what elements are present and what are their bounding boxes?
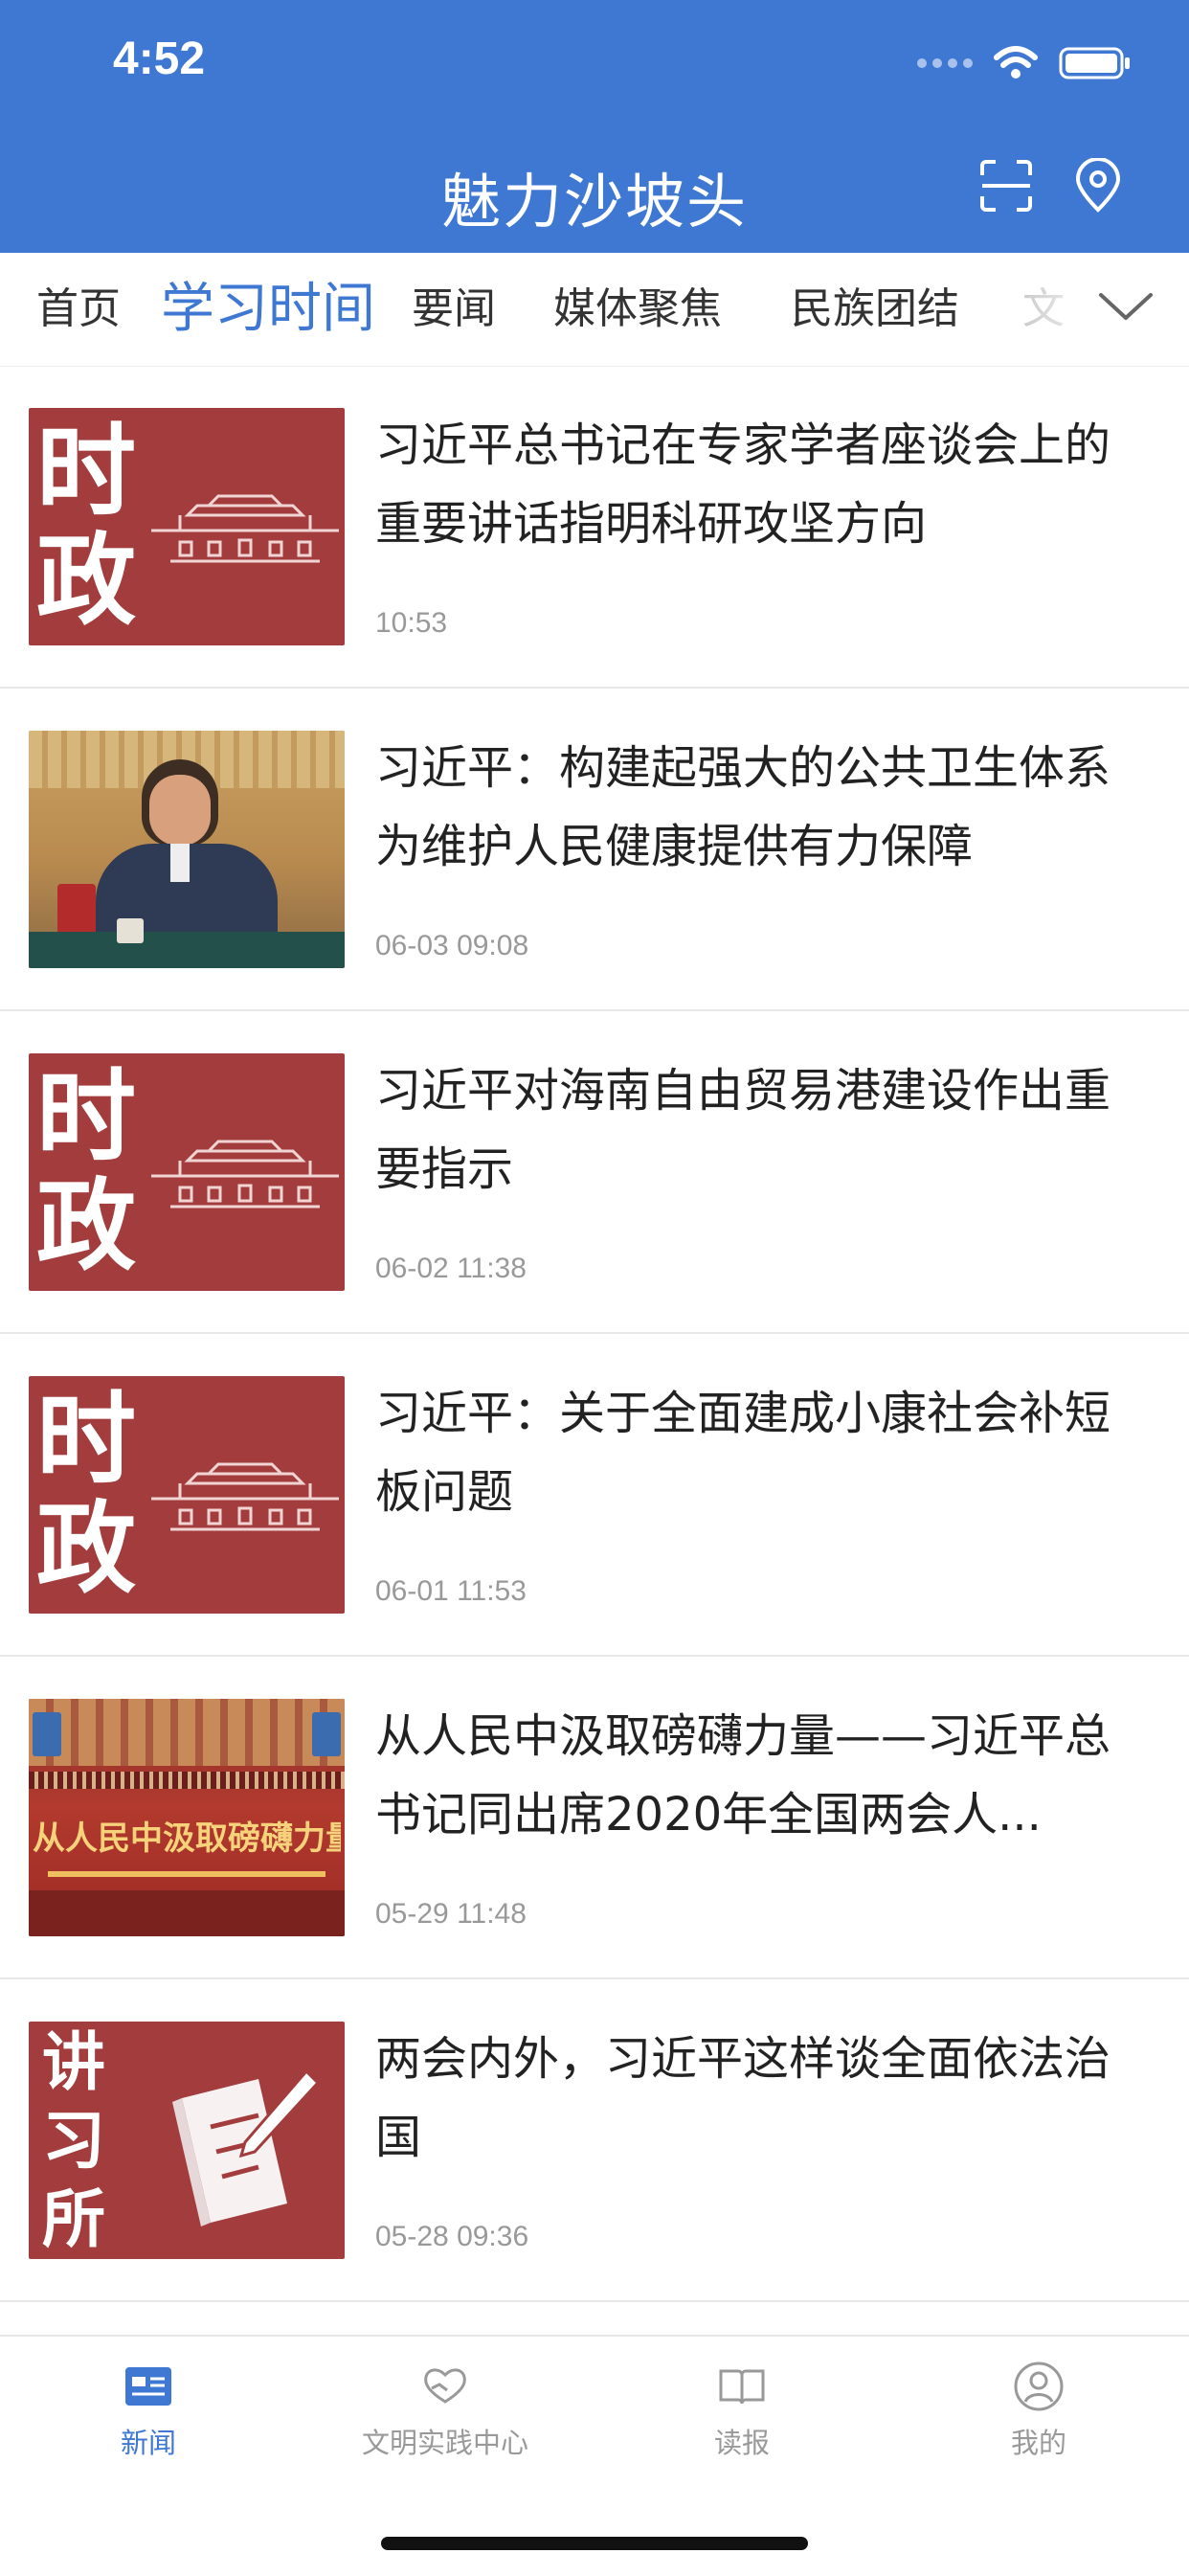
battery-icon xyxy=(1059,47,1130,79)
tiananmen-icon xyxy=(151,494,339,563)
news-list: 时 政 习近平总书记在专家学者座谈会上的重要讲话指明科研攻坚方向 10:53 习… xyxy=(0,366,1189,2302)
nav-news[interactable]: 新闻 xyxy=(0,2337,297,2480)
news-item[interactable]: 时 政 习近平总书记在专家学者座谈会上的重要讲话指明科研攻坚方向 10:53 xyxy=(0,366,1189,689)
news-time: 06-01 11:53 xyxy=(375,1575,527,1607)
tiananmen-icon xyxy=(151,1462,339,1531)
news-time: 06-02 11:38 xyxy=(375,1253,527,1284)
news-item[interactable]: 从人民中汲取磅礴力量 从人民中汲取磅礴力量——习近平总书记同出席2020年全国两… xyxy=(0,1657,1189,1979)
news-title[interactable]: 习近平：关于全面建成小康社会补短板问题 xyxy=(375,1374,1153,1531)
banner-text: 从人民中汲取磅礴力量 xyxy=(33,1819,341,1858)
status-time: 4:52 xyxy=(113,34,206,84)
tab-ethnic-unity[interactable]: 民族团结 xyxy=(791,253,959,366)
status-icons xyxy=(917,44,1132,82)
news-title[interactable]: 习近平总书记在专家学者座谈会上的重要讲话指明科研攻坚方向 xyxy=(375,406,1153,563)
politics-thumbnail: 时 政 xyxy=(29,1053,345,1291)
nav-label: 我的 xyxy=(1010,2427,1066,2459)
app-header: 4:52 魅力沙坡头 xyxy=(0,0,1189,253)
news-item[interactable]: 时 政 习近平对海南自由贸易港建设作出重要指示 06-02 11:38 xyxy=(0,1011,1189,1334)
chevron-down-icon[interactable] xyxy=(1097,287,1155,326)
nav-label: 新闻 xyxy=(120,2427,176,2459)
wifi-icon xyxy=(994,46,1038,79)
tiananmen-icon xyxy=(151,1140,339,1209)
home-indicator xyxy=(381,2537,808,2550)
thumb-char: 政 xyxy=(36,1490,137,1607)
thumb-char: 习 xyxy=(42,2104,105,2178)
thumb-char: 时 xyxy=(36,1058,137,1175)
user-icon xyxy=(1014,2361,1064,2411)
nav-mine[interactable]: 我的 xyxy=(890,2337,1187,2480)
politics-thumbnail: 时 政 xyxy=(29,1376,345,1614)
tab-study-time[interactable]: 学习时间 xyxy=(161,253,375,366)
nav-label: 文明实践中心 xyxy=(361,2427,528,2459)
politics-thumbnail: 时 政 xyxy=(29,408,345,645)
news-item[interactable]: 讲 习 所 两会内外，习近平这样谈全面依法治国 05-28 09:36 xyxy=(0,1979,1189,2302)
tab-headlines[interactable]: 要闻 xyxy=(412,253,496,366)
cellular-signal-icon xyxy=(917,58,973,68)
news-time: 10:53 xyxy=(375,607,448,639)
thumb-char: 讲 xyxy=(42,2025,105,2099)
thumb-char: 政 xyxy=(36,1167,137,1284)
scan-icon[interactable] xyxy=(978,158,1034,214)
nav-read-paper[interactable]: 读报 xyxy=(594,2337,890,2480)
channel-tabs: 首页 学习时间 要闻 媒体聚焦 民族团结 文明 xyxy=(0,253,1189,367)
nav-civilization-center[interactable]: 文明实践中心 xyxy=(297,2337,594,2480)
news-icon xyxy=(125,2367,171,2406)
heart-hands-icon xyxy=(424,2368,466,2404)
news-title[interactable]: 从人民中汲取磅礴力量——习近平总书记同出席2020年全国两会人... xyxy=(375,1697,1153,1854)
news-time: 05-28 09:36 xyxy=(375,2221,529,2252)
news-item[interactable]: 习近平：构建起强大的公共卫生体系 为维护人民健康提供有力保障 06-03 09:… xyxy=(0,689,1189,1011)
thumb-char: 所 xyxy=(42,2182,105,2256)
thumb-char: 政 xyxy=(36,522,137,639)
news-time: 06-03 09:08 xyxy=(375,930,529,961)
thumb-char: 时 xyxy=(36,413,137,530)
tab-home[interactable]: 首页 xyxy=(36,253,121,366)
hall-photo-thumbnail: 从人民中汲取磅礴力量 xyxy=(29,1699,345,1936)
location-icon[interactable] xyxy=(1070,158,1126,214)
news-title[interactable]: 习近平：构建起强大的公共卫生体系 为维护人民健康提供有力保障 xyxy=(375,729,1153,886)
news-title[interactable]: 两会内外，习近平这样谈全面依法治国 xyxy=(375,2020,1153,2177)
news-item[interactable]: 时 政 习近平：关于全面建成小康社会补短板问题 06-01 11:53 xyxy=(0,1334,1189,1657)
news-time: 05-29 11:48 xyxy=(375,1898,527,1930)
lecture-thumbnail: 讲 习 所 xyxy=(29,2022,345,2259)
tabs-fade xyxy=(996,253,1189,366)
tab-media-focus[interactable]: 媒体聚焦 xyxy=(553,253,722,366)
notebook-pen-icon xyxy=(172,2068,321,2226)
thumb-char: 时 xyxy=(36,1381,137,1498)
book-icon xyxy=(719,2369,765,2405)
nav-label: 读报 xyxy=(713,2427,770,2459)
meeting-photo-thumbnail xyxy=(29,731,345,968)
news-title[interactable]: 习近平对海南自由贸易港建设作出重要指示 xyxy=(375,1051,1153,1209)
